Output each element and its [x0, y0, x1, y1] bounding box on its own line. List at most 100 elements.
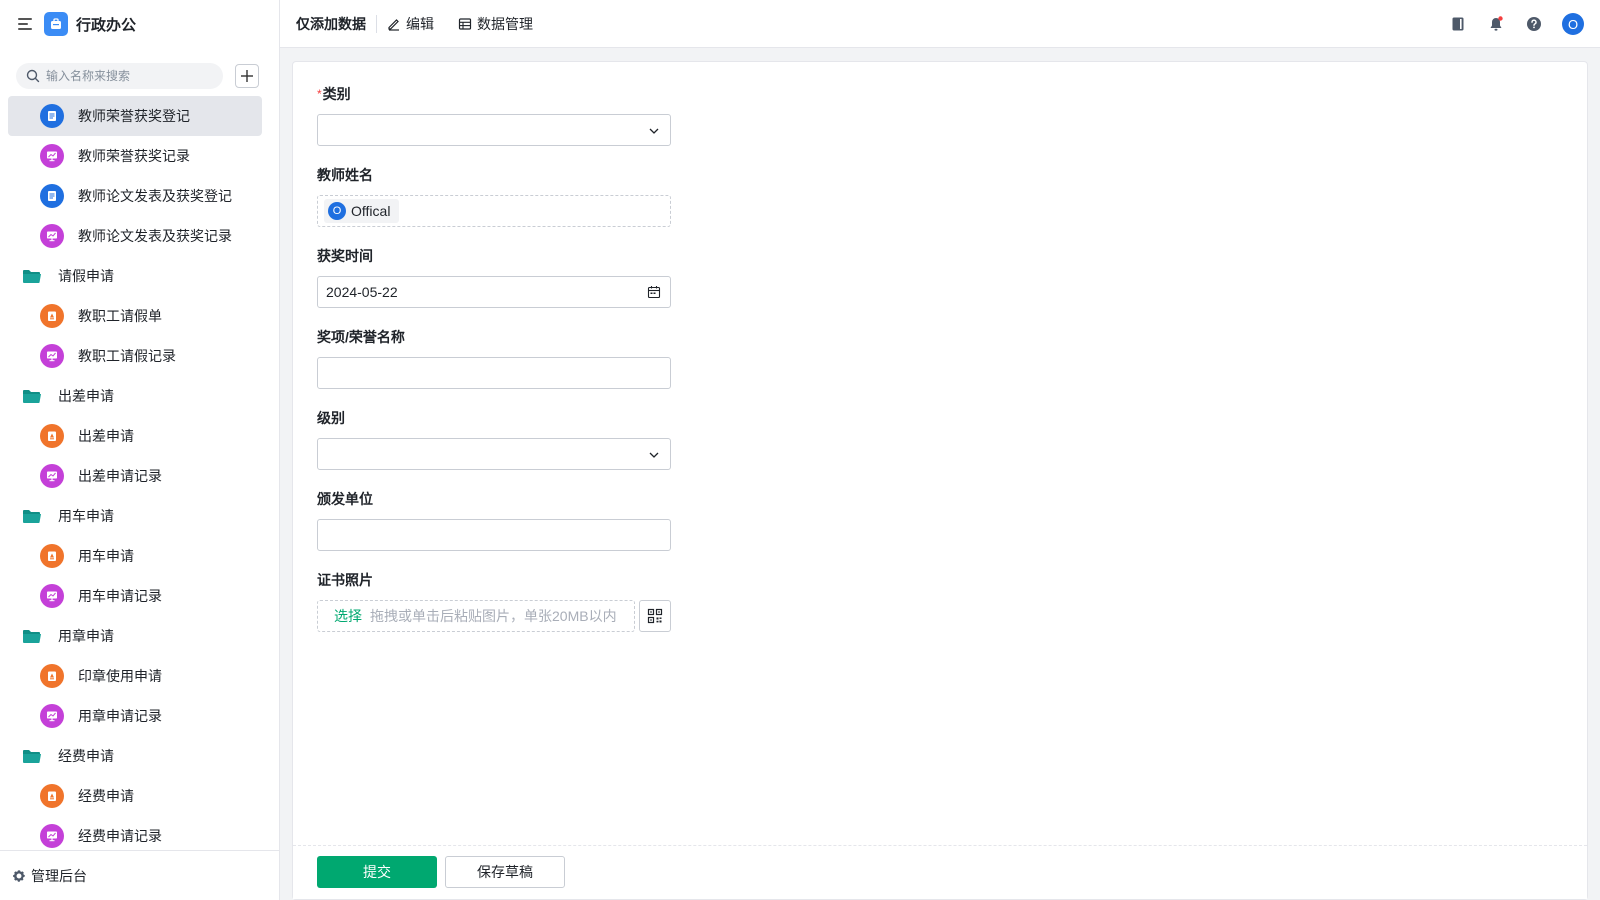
flow-icon: [40, 664, 64, 688]
sidebar-item-label: 教师荣誉获奖记录: [78, 148, 190, 164]
data-manage-label: 数据管理: [477, 15, 533, 32]
sidebar-item[interactable]: 教职工请假记录: [0, 336, 279, 376]
page-title: 仅添加数据: [296, 15, 366, 32]
required-mark: *: [317, 87, 322, 101]
folder-icon: [23, 630, 41, 644]
add-item-button[interactable]: [235, 64, 259, 88]
level-label: 级别: [317, 410, 345, 426]
sidebar-folder[interactable]: 出差申请: [0, 376, 279, 416]
flow-icon: [40, 304, 64, 328]
chevron-down-icon: [649, 452, 659, 458]
admin-backend-label: 管理后台: [31, 867, 87, 884]
award-name-input[interactable]: [317, 357, 671, 389]
submit-button[interactable]: 提交: [317, 856, 437, 888]
menu-toggle-icon[interactable]: [18, 17, 34, 31]
search-box: [16, 63, 223, 89]
sidebar-item[interactable]: 教职工请假单: [0, 296, 279, 336]
save-draft-button[interactable]: 保存草稿: [445, 856, 565, 888]
category-field: * 类别: [317, 84, 671, 146]
flow-icon: [40, 784, 64, 808]
sidebar-item[interactable]: 出差申请记录: [0, 456, 279, 496]
sidebar-folder[interactable]: 用车申请: [0, 496, 279, 536]
issuer-input[interactable]: [317, 519, 671, 551]
award-name-label: 奖项/荣誉名称: [317, 329, 405, 345]
level-field: 级别: [317, 408, 671, 470]
table-icon: [458, 17, 472, 30]
image-upload-area[interactable]: 选择 拖拽或单击后粘贴图片，单张20MB以内: [317, 600, 635, 632]
sidebar-item[interactable]: 教师论文发表及获奖登记: [0, 176, 279, 216]
sidebar-item[interactable]: 教师荣誉获奖登记: [0, 96, 279, 136]
award-date-input[interactable]: 2024-05-22: [317, 276, 671, 308]
member-picker[interactable]: O Offical: [317, 195, 671, 227]
report-icon: [40, 584, 64, 608]
certificate-label: 证书照片: [317, 572, 373, 588]
sidebar-nav: 教师荣誉获奖登记教师荣誉获奖记录教师论文发表及获奖登记 教师论文发表及获奖记录请假…: [0, 96, 279, 856]
category-label: * 类别: [317, 84, 671, 104]
category-select[interactable]: [317, 114, 671, 146]
calendar-icon: [647, 286, 661, 299]
award-date-label: 获奖时间: [317, 248, 373, 264]
edit-label: 编辑: [406, 15, 434, 32]
sidebar-item[interactable]: 印章使用申请: [0, 656, 279, 696]
sidebar-item[interactable]: 用车申请: [0, 536, 279, 576]
category-label-text: 类别: [322, 86, 351, 102]
admin-backend-link[interactable]: 管理后台: [0, 850, 279, 900]
sidebar-item[interactable]: 用章申请记录: [0, 696, 279, 736]
award-date-value: 2024-05-22: [326, 284, 398, 300]
report-icon: [40, 144, 64, 168]
folder-icon: [23, 510, 41, 524]
user-avatar[interactable]: O: [1562, 13, 1584, 35]
notebook-icon[interactable]: [1448, 14, 1468, 34]
report-icon: [40, 464, 64, 488]
upload-select-link[interactable]: 选择: [334, 606, 362, 626]
sidebar-item-label: 教职工请假记录: [78, 348, 176, 364]
issuer-field: 颁发单位: [317, 489, 671, 551]
upload-row: 选择 拖拽或单击后粘贴图片，单张20MB以内: [317, 600, 671, 632]
award-name-field: 奖项/荣誉名称: [317, 327, 671, 389]
form-card: * 类别 教师姓名 O Offical 获奖时间 2024-05-22 奖项/荣…: [292, 61, 1588, 900]
award-date-field: 获奖时间 2024-05-22: [317, 246, 671, 308]
sidebar-item-label: 教师论文发表及获奖登记: [78, 188, 232, 204]
form-footer: 提交 保存草稿: [293, 845, 1587, 899]
data-manage-button[interactable]: 数据管理: [458, 14, 533, 34]
teacher-name-label: 教师姓名: [317, 167, 373, 183]
search-input[interactable]: [46, 69, 216, 83]
top-right-toolbar: O: [1430, 0, 1584, 48]
issuer-label: 颁发单位: [317, 491, 373, 507]
sidebar-item-label: 用车申请: [58, 508, 114, 524]
sidebar-item[interactable]: 出差申请: [0, 416, 279, 456]
sidebar-item-label: 用章申请: [58, 628, 114, 644]
top-bar: 仅添加数据 编辑 数据管理 O: [280, 0, 1600, 48]
member-avatar: O: [328, 202, 346, 220]
divider: [376, 14, 377, 33]
sidebar-item[interactable]: 教师论文发表及获奖记录: [0, 216, 279, 256]
upload-hint: 拖拽或单击后粘贴图片，单张20MB以内: [370, 608, 617, 624]
sidebar-item-label: 教职工请假单: [78, 308, 162, 324]
member-tag[interactable]: O Offical: [324, 199, 400, 223]
member-name: Offical: [351, 203, 391, 219]
sidebar-folder[interactable]: 用章申请: [0, 616, 279, 656]
pencil-icon: [388, 18, 399, 31]
sidebar-item-label: 经费申请: [78, 788, 134, 804]
sidebar-folder[interactable]: 经费申请: [0, 736, 279, 776]
level-select[interactable]: [317, 438, 671, 470]
sidebar-item[interactable]: 用车申请记录: [0, 576, 279, 616]
sidebar-item[interactable]: 教师荣誉获奖记录: [0, 136, 279, 176]
sidebar-folder[interactable]: 请假申请: [0, 256, 279, 296]
flow-icon: [40, 424, 64, 448]
help-icon[interactable]: [1524, 14, 1544, 34]
flow-icon: [40, 544, 64, 568]
teacher-name-field: 教师姓名 O Offical: [317, 165, 671, 227]
sidebar-item-label: 用车申请记录: [78, 588, 162, 604]
qr-upload-button[interactable]: [639, 600, 671, 632]
sidebar-item[interactable]: 经费申请: [0, 776, 279, 816]
sidebar-item-label: 教师论文发表及获奖记录: [78, 228, 232, 244]
report-icon: [40, 704, 64, 728]
sidebar-item-label: 出差申请: [78, 428, 134, 444]
report-icon: [40, 344, 64, 368]
search-row: [0, 48, 279, 94]
edit-button[interactable]: 编辑: [387, 14, 434, 34]
app-logo-icon: [44, 12, 68, 36]
gear-icon: [13, 869, 25, 882]
bell-icon[interactable]: [1486, 14, 1506, 34]
